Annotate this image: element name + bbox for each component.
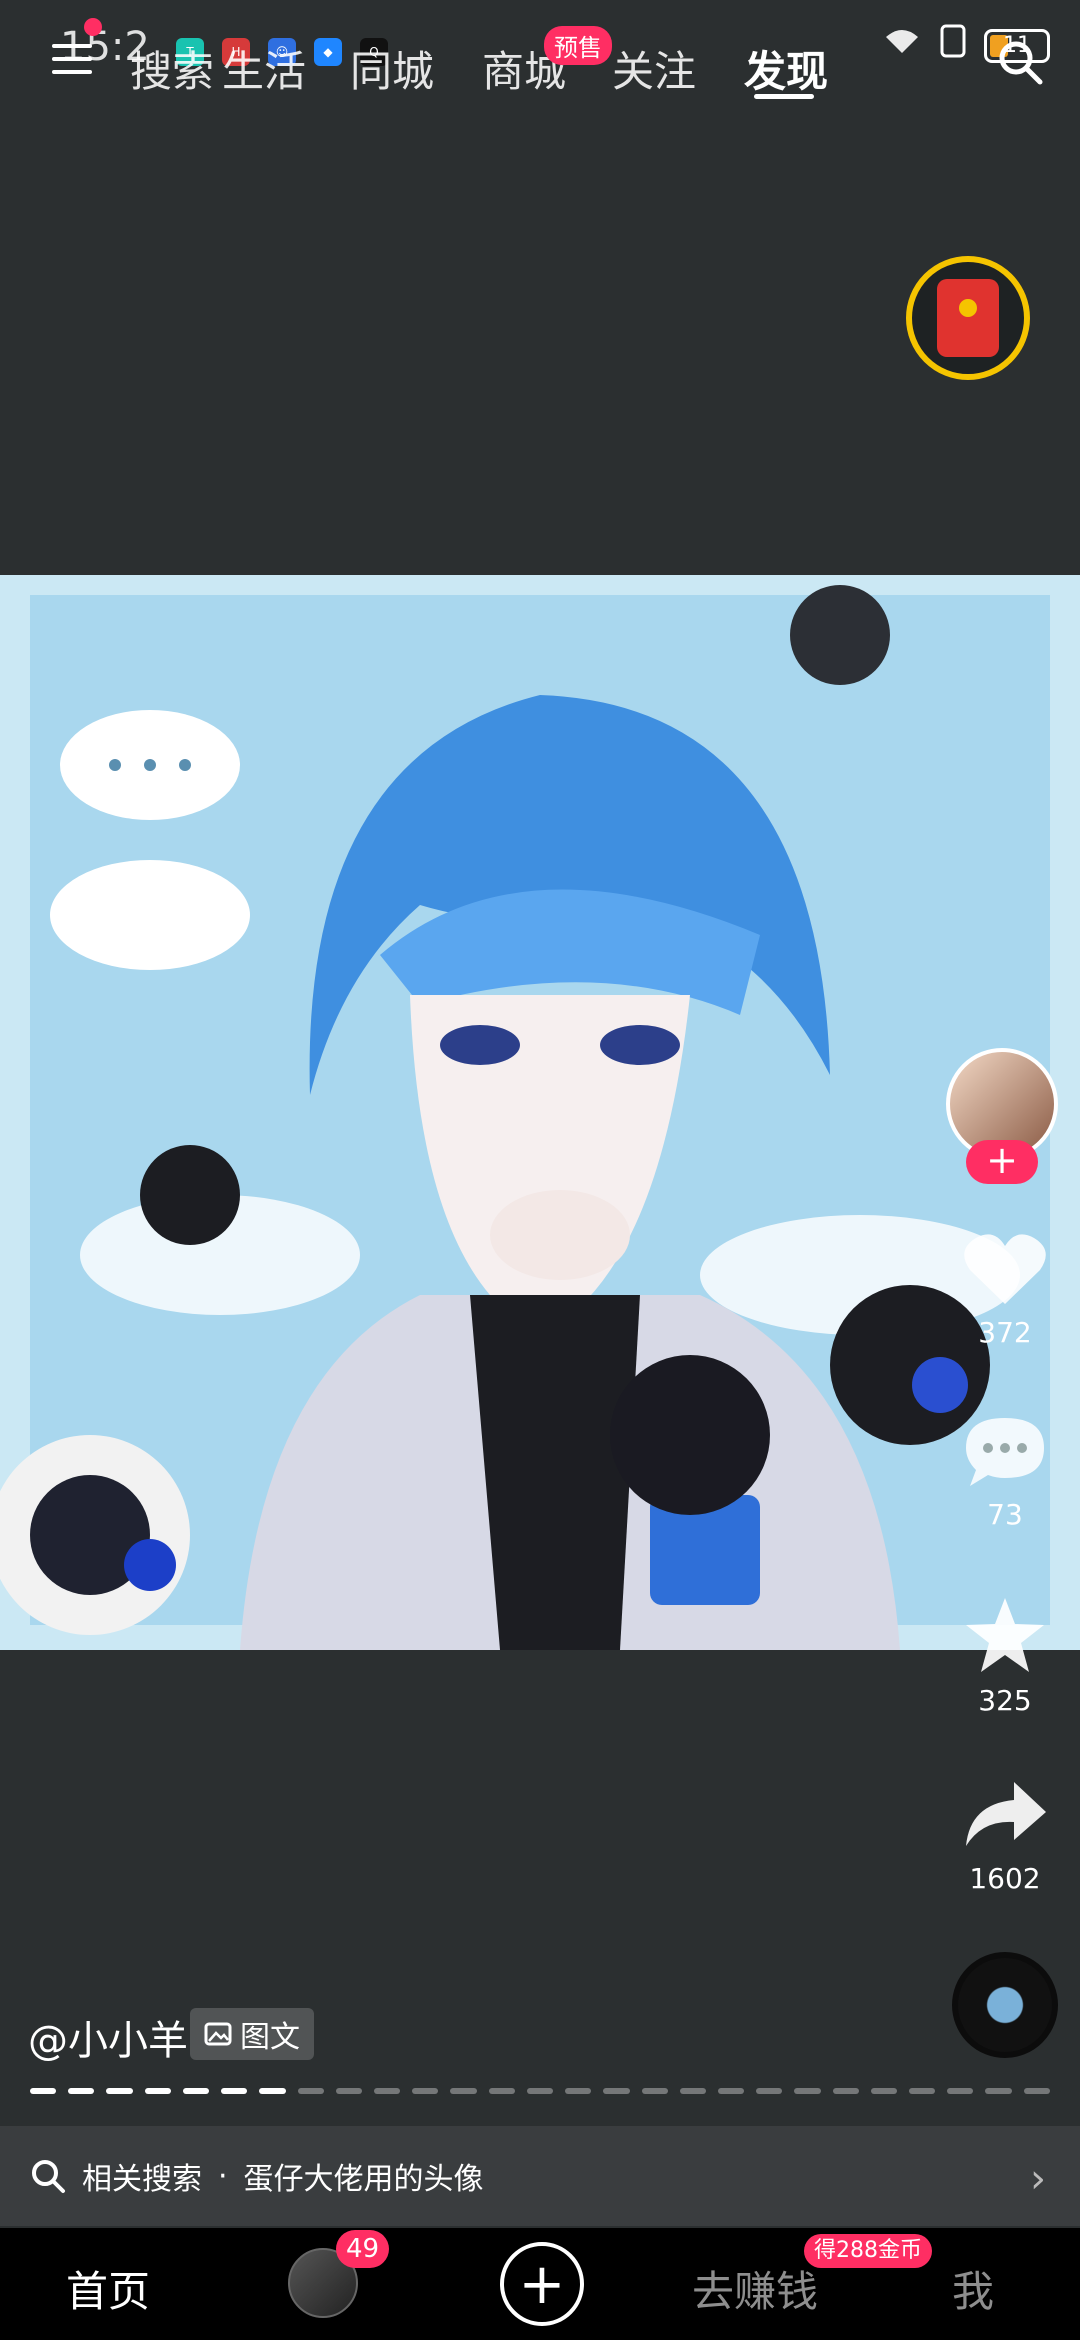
active-tab-indicator xyxy=(754,94,814,99)
red-envelope-icon xyxy=(937,279,999,357)
create-button[interactable]: + xyxy=(500,2242,584,2326)
bottom-navigation: 首页 49 + 去赚钱 得288金币 我 xyxy=(0,2228,1080,2340)
image-icon xyxy=(204,2022,232,2046)
progress-segment xyxy=(373,2088,401,2094)
comment-count: 73 xyxy=(987,1498,1023,1531)
menu-icon[interactable] xyxy=(52,44,92,76)
like-action[interactable]: 372 xyxy=(950,1230,1060,1349)
post-type-tag: 图文 xyxy=(190,2008,314,2060)
share-count: 1602 xyxy=(969,1862,1041,1895)
music-disc-icon[interactable] xyxy=(952,1952,1058,2058)
progress-segment xyxy=(450,2088,477,2094)
tab-search[interactable]: 搜索 xyxy=(130,38,214,99)
progress-segment xyxy=(412,2088,439,2094)
progress-segment xyxy=(221,2088,248,2094)
progress-segment xyxy=(68,2088,95,2094)
progress-segment xyxy=(985,2088,1012,2094)
comment-icon xyxy=(966,1418,1044,1486)
post-type-label: 图文 xyxy=(240,2020,300,2055)
progress-segment xyxy=(488,2088,515,2094)
red-envelope-button[interactable] xyxy=(906,256,1030,380)
progress-segment xyxy=(1023,2088,1050,2094)
top-navigation: 搜索 生活 同城 商城 预售 关注 发现 xyxy=(0,16,1080,99)
presale-badge: 预售 xyxy=(544,26,612,65)
progress-segment xyxy=(259,2088,286,2094)
author-name[interactable]: @小小羊 xyxy=(28,2008,188,2066)
related-search-bar[interactable]: 相关搜索 · 蛋仔大佬用的头像 › xyxy=(0,2126,1080,2226)
related-search-query: 蛋仔大佬用的头像 xyxy=(243,2162,484,2197)
share-action[interactable]: 1602 xyxy=(950,1776,1060,1895)
related-search-separator: · xyxy=(218,2158,228,2194)
tab-discover[interactable]: 发现 xyxy=(744,38,828,99)
search-icon xyxy=(32,2160,65,2193)
heart-icon xyxy=(964,1234,1046,1304)
progress-segment xyxy=(335,2088,362,2094)
tab-home[interactable]: 首页 xyxy=(66,2258,150,2319)
like-count: 372 xyxy=(978,1316,1032,1349)
comment-action[interactable]: 73 xyxy=(950,1412,1060,1531)
related-search-prefix: 相关搜索 xyxy=(82,2162,202,2197)
star-icon xyxy=(966,1598,1044,1672)
tab-life[interactable]: 生活 xyxy=(222,38,306,99)
tab-earn[interactable]: 去赚钱 xyxy=(692,2258,818,2319)
earn-badge: 得288金币 xyxy=(804,2234,932,2268)
progress-segment xyxy=(679,2088,706,2094)
chevron-right-icon: › xyxy=(1030,2156,1046,2202)
progress-segment xyxy=(794,2088,821,2094)
tab-me[interactable]: 我 xyxy=(952,2258,994,2319)
progress-segment xyxy=(909,2088,936,2094)
favorite-count: 325 xyxy=(978,1684,1032,1717)
progress-segment xyxy=(603,2088,630,2094)
tab-local[interactable]: 同城 xyxy=(350,38,434,99)
messages-badge: 49 xyxy=(336,2230,390,2268)
progress-segment xyxy=(182,2088,210,2094)
progress-segment xyxy=(717,2088,745,2094)
progress-segment xyxy=(106,2088,133,2094)
progress-segment xyxy=(526,2088,554,2094)
tab-following[interactable]: 关注 xyxy=(612,38,696,99)
post-image[interactable] xyxy=(0,575,1080,1650)
progress-segment xyxy=(641,2088,668,2094)
progress-segment xyxy=(947,2088,974,2094)
progress-segment xyxy=(297,2088,324,2094)
progress-segment xyxy=(30,2088,57,2094)
progress-segment xyxy=(870,2088,898,2094)
progress-segment xyxy=(756,2088,783,2094)
image-progress xyxy=(30,2088,1050,2094)
progress-segment xyxy=(832,2088,859,2094)
progress-segment xyxy=(144,2088,171,2094)
share-icon xyxy=(966,1782,1046,1846)
favorite-action[interactable]: 325 xyxy=(950,1594,1060,1717)
progress-segment xyxy=(565,2088,592,2094)
follow-button[interactable]: + xyxy=(966,1140,1038,1184)
